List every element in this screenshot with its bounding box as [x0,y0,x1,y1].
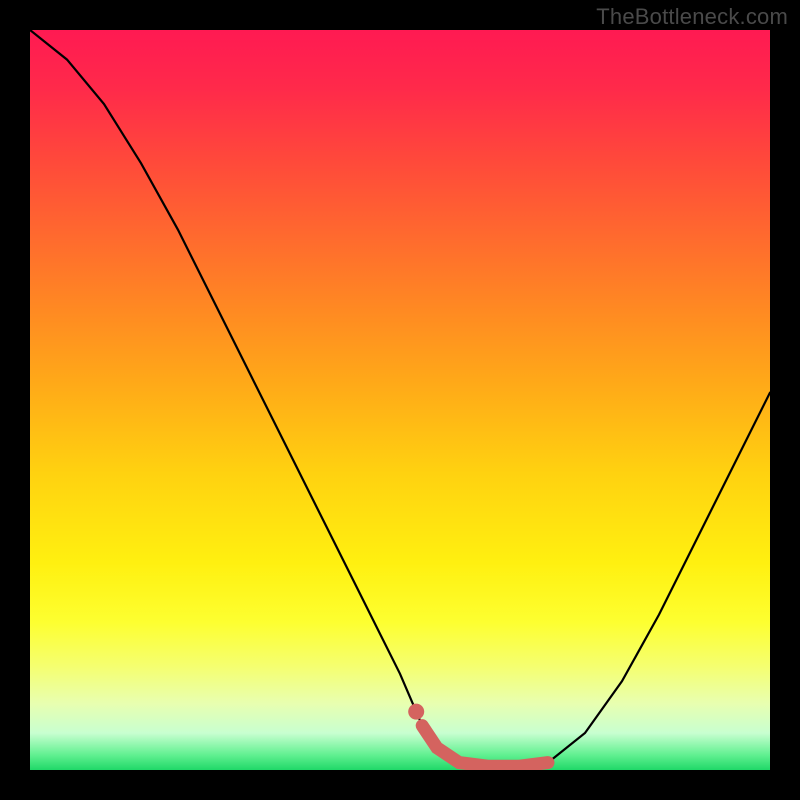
highlight-start-dot [408,704,424,720]
chart-svg [30,30,770,770]
watermark-text: TheBottleneck.com [596,4,788,30]
bottleneck-curve-line [30,30,770,766]
optimal-range-highlight [422,726,548,767]
plot-area [30,30,770,770]
